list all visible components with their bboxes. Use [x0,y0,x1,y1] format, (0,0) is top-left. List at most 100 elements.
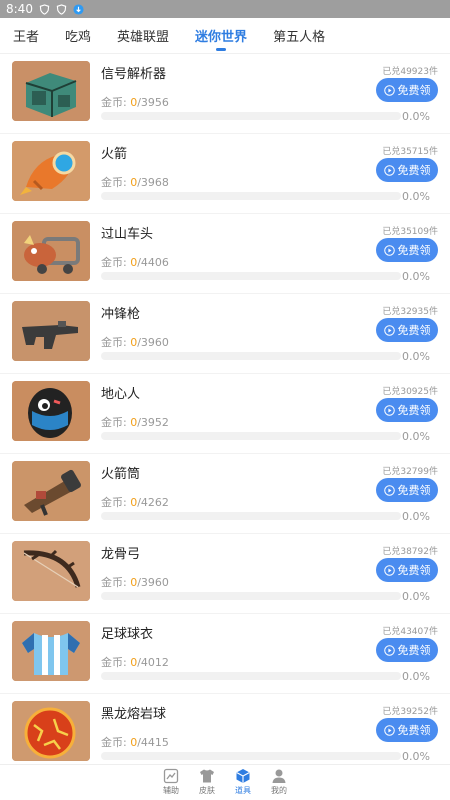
item-thumbnail [12,621,90,681]
free-claim-button[interactable]: 免费领 [376,478,438,502]
play-circle-icon [383,644,395,656]
download-icon [73,3,84,15]
coins-label: 金币: [101,656,131,669]
list-item[interactable]: 火箭 已兑35715件 金币: 0/3968 免费领 0.0% [0,134,450,214]
progress-percent: 0.0% [402,350,430,363]
play-circle-icon [383,164,395,176]
progress-percent: 0.0% [402,270,430,283]
coins-total: /4012 [137,656,169,669]
item-name: 黑龙熔岩球 [101,707,167,722]
play-circle-icon [383,484,395,496]
free-claim-label: 免费领 [397,244,431,257]
redeemed-count: 已兑32799件 [382,467,438,477]
tab-mini-world[interactable]: 迷你世界 [182,18,260,54]
chart-icon [163,768,179,784]
coins-label: 金币: [101,336,131,349]
item-thumbnail [12,301,90,361]
item-name: 龙骨弓 [101,547,141,562]
list-item[interactable]: 龙骨弓 已兑38792件 金币: 0/3960 免费领 0.0% [0,534,450,614]
free-claim-label: 免费领 [397,84,431,97]
progress-bar [101,192,401,200]
progress-percent: 0.0% [402,510,430,523]
coins-label: 金币: [101,496,131,509]
free-claim-button[interactable]: 免费领 [376,238,438,262]
rocket-icon [12,141,90,201]
coins-total: /3960 [137,576,169,589]
tab-lol[interactable]: 英雄联盟 [104,18,182,54]
redeemed-count: 已兑49923件 [382,67,438,77]
play-circle-icon [383,404,395,416]
redeemed-count: 已兑35715件 [382,147,438,157]
progress-percent: 0.0% [402,750,430,763]
list-item[interactable]: 信号解析器 已兑49923件 金币: 0/3956 免费领 0.0% [0,54,450,134]
redeemed-count: 已兑39252件 [382,707,438,717]
nav-label: 道具 [235,786,251,795]
item-thumbnail [12,61,90,121]
redeemed-count: 已兑35109件 [382,227,438,237]
item-name: 地心人 [101,387,141,402]
coin-progress-text: 金币: 0/4262 [101,494,169,510]
coins-label: 金币: [101,176,131,189]
list-item[interactable]: 足球球衣 已兑43407件 金币: 0/4012 免费领 0.0% [0,614,450,694]
redeemed-count: 已兑43407件 [382,627,438,637]
coins-label: 金币: [101,736,131,749]
progress-bar [101,112,401,120]
free-claim-button[interactable]: 免费领 [376,718,438,742]
status-bar: 8:40 [0,0,450,18]
progress-bar [101,352,401,360]
free-claim-button[interactable]: 免费领 [376,318,438,342]
coins-total: /3960 [137,336,169,349]
redeemed-count: 已兑38792件 [382,547,438,557]
free-claim-label: 免费领 [397,564,431,577]
list-item[interactable]: 火箭筒 已兑32799件 金币: 0/4262 免费领 0.0% [0,454,450,534]
nav-mine[interactable]: 我的 [261,765,297,800]
nav-label: 辅助 [163,786,179,795]
dragon-bow-icon [12,541,90,601]
free-claim-label: 免费领 [397,484,431,497]
free-claim-label: 免费领 [397,644,431,657]
nav-assist[interactable]: 辅助 [153,765,189,800]
item-list[interactable]: 信号解析器 已兑49923件 金币: 0/3956 免费领 0.0% 火箭 已兑35715件… [0,54,450,764]
free-claim-button[interactable]: 免费领 [376,158,438,182]
nav-props[interactable]: 道具 [225,765,261,800]
progress-bar [101,752,401,760]
tab-chiji[interactable]: 吃鸡 [52,18,104,54]
progress-bar [101,672,401,680]
free-claim-button[interactable]: 免费领 [376,558,438,582]
free-claim-button[interactable]: 免费领 [376,398,438,422]
item-name: 冲锋枪 [101,307,141,322]
shield-icon [56,3,67,15]
progress-bar [101,432,401,440]
free-claim-label: 免费领 [397,324,431,337]
shield-icon [39,3,50,15]
coin-progress-text: 金币: 0/4415 [101,734,169,750]
free-claim-button[interactable]: 免费领 [376,638,438,662]
list-item[interactable]: 黑龙熔岩球 已兑39252件金币: 0/4415 免费领 0.0% [0,694,450,764]
tab-wangzhe[interactable]: 王者 [0,18,52,54]
coin-progress-text: 金币: 0/3960 [101,334,169,350]
coins-label: 金币: [101,256,131,269]
progress-percent: 0.0% [402,190,430,203]
free-claim-button[interactable]: 免费领 [376,78,438,102]
play-circle-icon [383,84,395,96]
list-item[interactable]: 冲锋枪 已兑32935件 金币: 0/3960 免费领 0.0% [0,294,450,374]
item-name: 火箭 [101,147,128,162]
item-thumbnail [12,141,90,201]
play-circle-icon [383,724,395,736]
bottom-nav: 辅助 皮肤 道具 我的 [0,764,450,800]
nav-label: 皮肤 [199,786,215,795]
list-item[interactable]: 地心人 已兑30925件 金币: 0/3952 免费领 0.0% [0,374,450,454]
coin-progress-text: 金币: 0/3956 [101,94,169,110]
list-item[interactable]: 过山车头 已兑35109件 金币: 0/4406 免费领 0.0% [0,214,450,294]
item-name: 足球球衣 [101,627,154,642]
progress-percent: 0.0% [402,430,430,443]
free-claim-label: 免费领 [397,724,431,737]
item-name: 过山车头 [101,227,154,242]
coaster-head-icon [12,221,90,281]
free-claim-label: 免费领 [397,404,431,417]
user-icon [272,769,286,783]
tab-identity-v[interactable]: 第五人格 [260,18,338,54]
progress-bar [101,512,401,520]
coin-progress-text: 金币: 0/4012 [101,654,169,670]
nav-skins[interactable]: 皮肤 [189,765,225,800]
